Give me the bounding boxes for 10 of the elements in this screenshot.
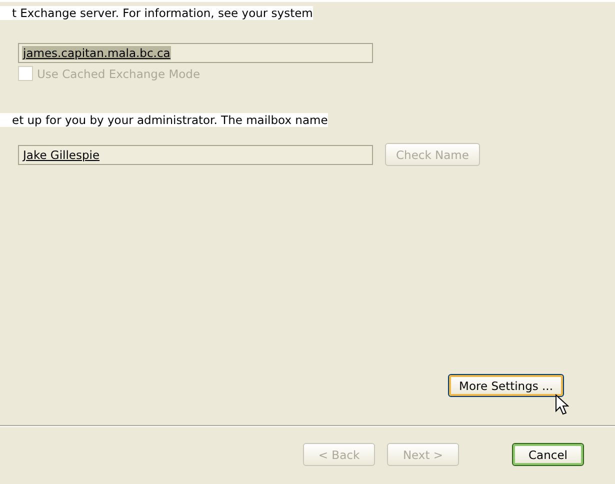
more-settings-button[interactable]: More Settings ... [448,374,564,397]
instruction-text: et up for you by your administrator. The mailbox name [0,113,328,127]
server-value: james.capitan.mala.bc.ca [22,46,172,60]
cached-mode-label: Use Cached Exchange Mode [37,66,200,80]
user-name-field[interactable]: Jake Gillespie [18,144,373,164]
instruction-text: t Exchange server. For information, see your system [0,6,313,20]
user-name-value: Jake Gillespie [22,148,101,162]
cancel-button[interactable]: Cancel [512,443,584,466]
server-field[interactable]: james.capitan.mala.bc.ca [18,43,373,63]
mouse-pointer-icon [555,394,569,415]
